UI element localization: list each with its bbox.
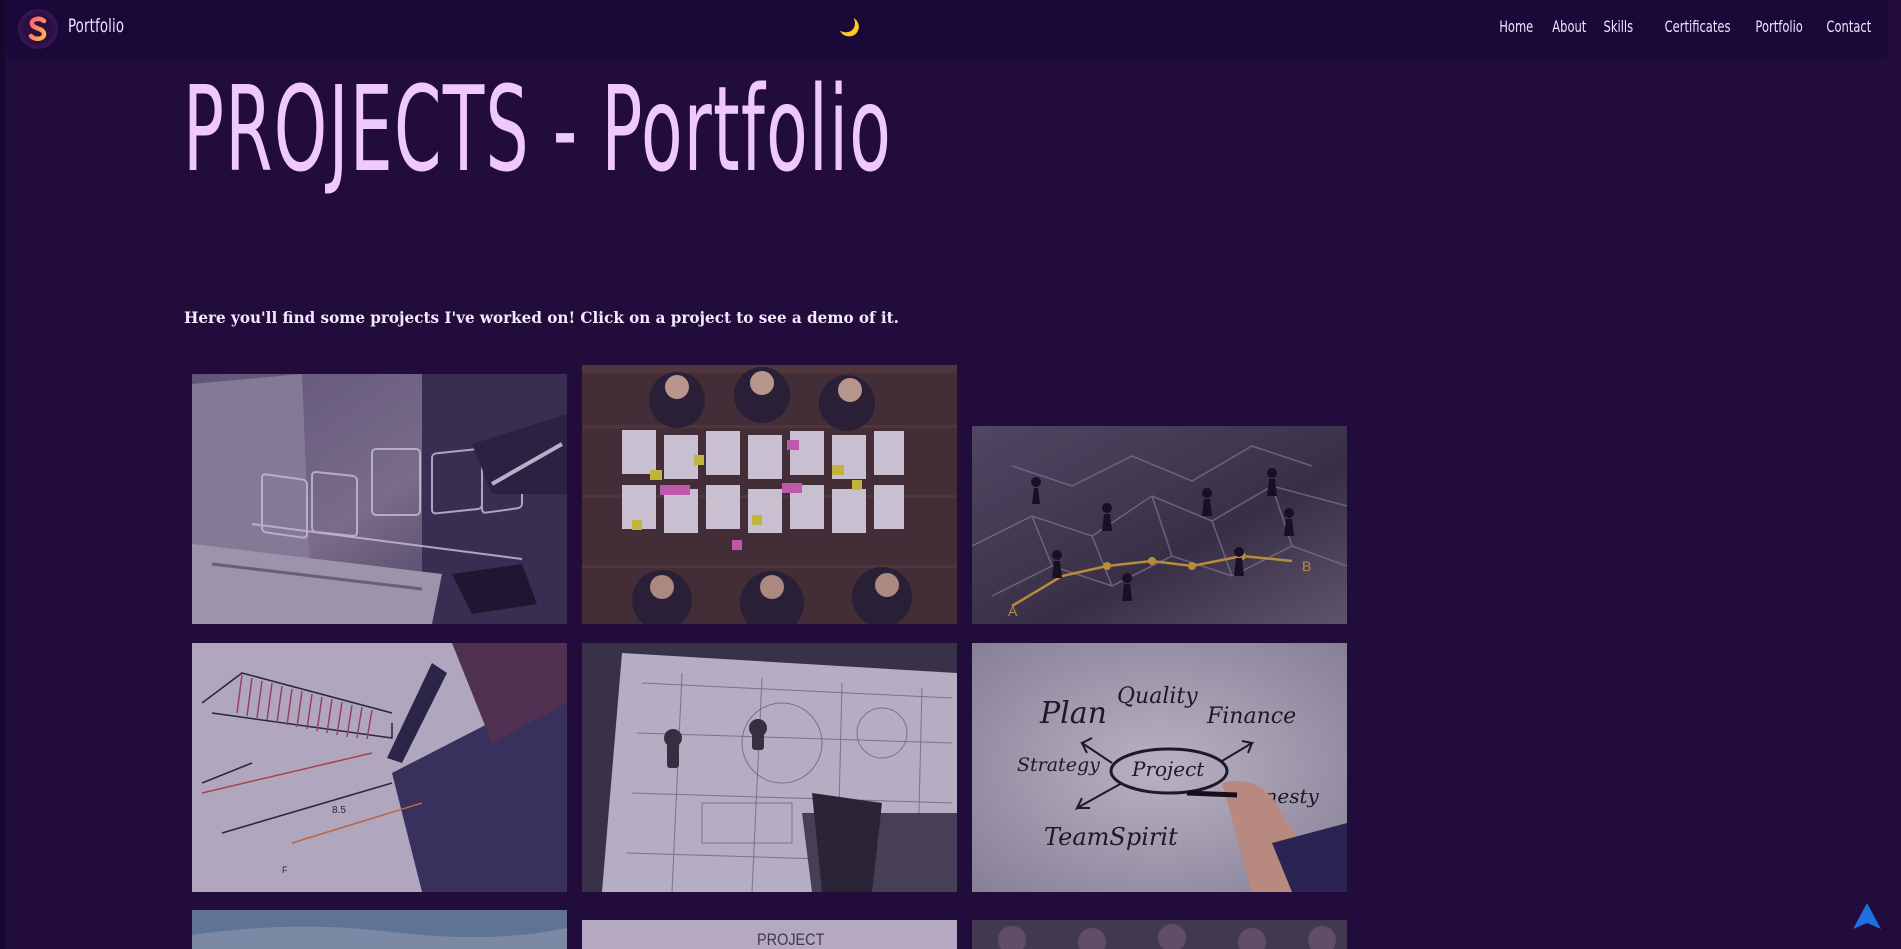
- project-card-1[interactable]: [192, 374, 567, 624]
- scroll-to-top-button[interactable]: [1852, 902, 1882, 930]
- project-image-blueprint: [582, 643, 957, 892]
- nav-link-certificates[interactable]: Certificates: [1665, 17, 1731, 36]
- project-card-3[interactable]: A B: [972, 426, 1347, 624]
- nav-link-home[interactable]: Home: [1499, 17, 1533, 36]
- project-card-5[interactable]: [582, 643, 957, 892]
- planning-word-quality: Quality: [1117, 684, 1198, 709]
- svg-text:A: A: [1008, 603, 1018, 619]
- planning-word-project: Project: [1131, 757, 1205, 781]
- intro-text: Here you'll find some projects I've work…: [184, 308, 899, 327]
- brand-name[interactable]: Portfolio: [68, 15, 124, 37]
- svg-text:F: F: [282, 865, 288, 875]
- project-image-drawing: 8.5 F: [192, 643, 567, 892]
- svg-text:8.5: 8.5: [332, 805, 346, 816]
- project-image-sky: [192, 910, 567, 949]
- nav-link-about[interactable]: About: [1552, 17, 1586, 36]
- project-card-9[interactable]: [972, 920, 1347, 949]
- s-logo-icon[interactable]: [20, 11, 56, 47]
- planning-word-strategy: Strategy: [1017, 754, 1100, 776]
- project-image-crowd: [972, 920, 1347, 949]
- project-card-2[interactable]: [582, 365, 957, 624]
- project-card-7[interactable]: [192, 910, 567, 949]
- page-edge: [0, 0, 5, 949]
- nav-link-portfolio[interactable]: Portfolio: [1755, 17, 1802, 36]
- project-card-4[interactable]: 8.5 F: [192, 643, 567, 892]
- svg-text:B: B: [1302, 558, 1311, 574]
- project-card-8[interactable]: PROJECT: [582, 920, 957, 949]
- planning-word-plan: Plan: [1039, 696, 1107, 731]
- nav-links: Home About Skills Certificates Portfolio…: [1494, 17, 1871, 36]
- project-card-8-label: PROJECT: [757, 930, 825, 949]
- nav-link-skills[interactable]: Skills: [1604, 17, 1634, 36]
- project-image-laptop: [192, 374, 567, 624]
- project-card-6[interactable]: Plan Quality Finance Strategy Project Ho…: [972, 643, 1347, 892]
- arrow-up-icon: [1853, 903, 1881, 929]
- nav-link-contact[interactable]: Contact: [1826, 17, 1871, 36]
- moon-icon[interactable]: 🌙: [839, 18, 860, 38]
- planning-word-finance: Finance: [1206, 704, 1296, 729]
- page-title: PROJECTS - Portfolio: [183, 60, 893, 198]
- navbar: Portfolio 🌙 Home About Skills Certificat…: [5, 0, 1888, 59]
- planning-word-teamspirit: TeamSpirit: [1044, 823, 1178, 851]
- project-image-meeting: [582, 365, 957, 624]
- project-image-planning: Plan Quality Finance Strategy Project Ho…: [972, 643, 1347, 892]
- project-image-chess: A B: [972, 426, 1347, 624]
